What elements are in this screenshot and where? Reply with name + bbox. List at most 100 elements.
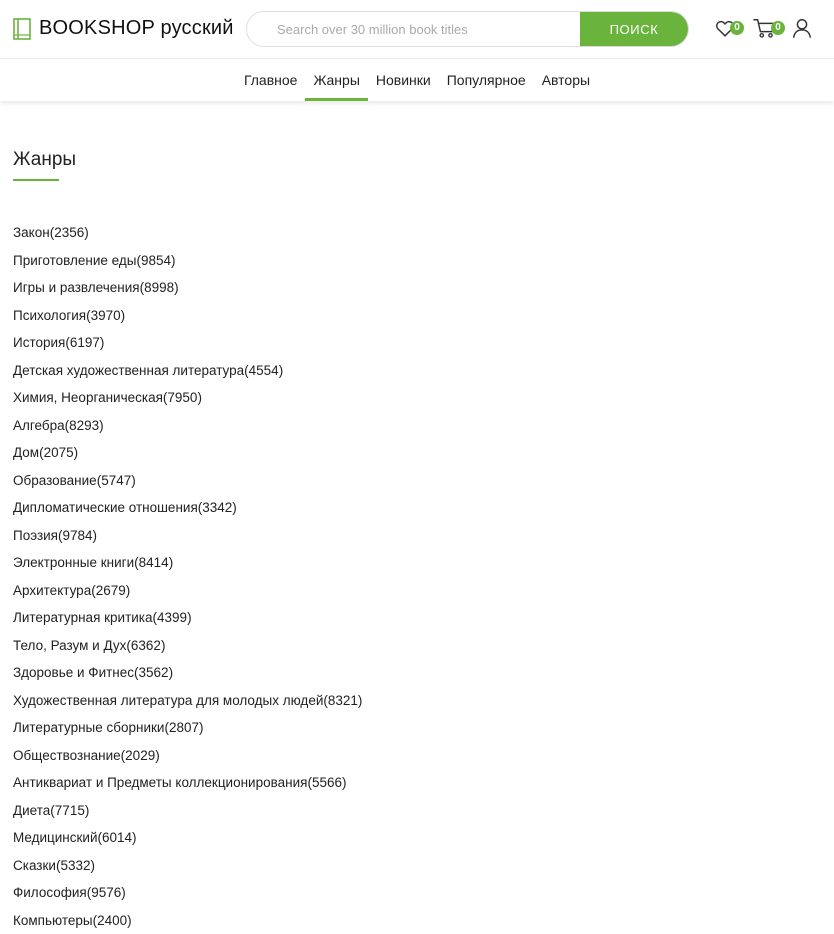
genre-count-close-paren: ): [121, 308, 126, 323]
genre-name: Дипломатические отношения: [13, 500, 198, 515]
genre-count-close-paren: ): [85, 803, 90, 818]
genre-count-close-paren: ): [197, 390, 202, 405]
genre-link[interactable]: Игры и развлечения(8998): [13, 274, 821, 302]
genre-count-close-paren: ): [100, 335, 105, 350]
genre-link[interactable]: Философия(9576): [13, 879, 821, 907]
genre-name: Литературные сборники: [13, 720, 164, 735]
genre-count: 2075: [44, 445, 74, 460]
genre-link[interactable]: Психология(3970): [13, 302, 821, 330]
genre-name: Дом: [13, 445, 39, 460]
genre-link[interactable]: Приготовление еды(9854): [13, 247, 821, 275]
genre-link[interactable]: Сказки(5332): [13, 852, 821, 880]
genre-count-close-paren: ): [126, 583, 131, 598]
genre-count: 5566: [312, 775, 342, 790]
genre-name: Архитектура: [13, 583, 91, 598]
genre-count: 8998: [144, 280, 174, 295]
genre-count: 3562: [139, 665, 169, 680]
genre-count-close-paren: ): [169, 665, 174, 680]
genre-name: Антиквариат и Предметы коллекционировани…: [13, 775, 307, 790]
genre-count: 2679: [96, 583, 126, 598]
genre-name: Алгебра: [13, 418, 65, 433]
genre-link[interactable]: Дипломатические отношения(3342): [13, 494, 821, 522]
genre-count-close-paren: ): [132, 830, 137, 845]
genre-name: Философия: [13, 885, 87, 900]
genre-count: 7950: [167, 390, 197, 405]
genre-name: Закон: [13, 225, 50, 240]
genre-name: Компьютеры: [13, 913, 93, 928]
header-icons: 0 0: [714, 17, 813, 39]
genre-name: Сказки: [13, 858, 56, 873]
genre-count-close-paren: ): [93, 528, 98, 543]
user-icon: [791, 17, 813, 39]
genre-count-close-paren: ): [91, 858, 96, 873]
nav-item[interactable]: Популярное: [439, 59, 534, 101]
genre-count-close-paren: ): [187, 610, 192, 625]
genre-link[interactable]: Диета(7715): [13, 797, 821, 825]
genre-name: Художественная литература для молодых лю…: [13, 693, 323, 708]
search-bar: ПОИСК: [246, 11, 689, 47]
genre-name: История: [13, 335, 65, 350]
genre-link[interactable]: Поэзия(9784): [13, 522, 821, 550]
genre-link[interactable]: Электронные книги(8414): [13, 549, 821, 577]
genre-link[interactable]: Обществознание(2029): [13, 742, 821, 770]
genre-count: 6362: [131, 638, 161, 653]
genre-name: Образование: [13, 473, 97, 488]
genre-count-close-paren: ): [174, 280, 179, 295]
genre-name: Психология: [13, 308, 86, 323]
genre-count-close-paren: ): [199, 720, 204, 735]
cart-button[interactable]: 0: [753, 17, 777, 39]
genre-count: 6014: [102, 830, 132, 845]
genre-name: Приготовление еды: [13, 253, 136, 268]
genre-count: 9854: [141, 253, 171, 268]
search-button[interactable]: ПОИСК: [580, 12, 688, 46]
genre-count: 5332: [60, 858, 90, 873]
genre-link[interactable]: История(6197): [13, 329, 821, 357]
genre-count-close-paren: ): [131, 473, 136, 488]
nav-item[interactable]: Авторы: [534, 59, 598, 101]
genre-link[interactable]: Тело, Разум и Дух(6362): [13, 632, 821, 660]
genre-link[interactable]: Медицинский(6014): [13, 824, 821, 852]
genre-link[interactable]: Закон(2356): [13, 219, 821, 247]
nav-item[interactable]: Новинки: [368, 59, 439, 101]
genre-name: Электронные книги: [13, 555, 134, 570]
nav-item[interactable]: Жанры: [305, 59, 367, 101]
genre-link[interactable]: Здоровье и Фитнес(3562): [13, 659, 821, 687]
genre-count-close-paren: ): [121, 885, 126, 900]
genre-link[interactable]: Литературные сборники(2807): [13, 714, 821, 742]
genre-count-close-paren: ): [358, 693, 363, 708]
genre-name: Медицинский: [13, 830, 98, 845]
page-title: Жанры: [13, 149, 76, 171]
brand-name: BOOKSHOP русский: [39, 17, 234, 40]
genre-link[interactable]: Алгебра(8293): [13, 412, 821, 440]
genre-count: 9784: [63, 528, 93, 543]
genre-link[interactable]: Детская художественная литература(4554): [13, 357, 821, 385]
genre-link[interactable]: Художественная литература для молодых лю…: [13, 687, 821, 715]
genre-count: 3970: [91, 308, 121, 323]
genre-count: 2400: [97, 913, 127, 928]
genre-count: 8293: [69, 418, 99, 433]
genre-count: 8321: [328, 693, 358, 708]
genre-count: 6197: [70, 335, 100, 350]
nav-item[interactable]: Главное: [236, 59, 306, 101]
genre-link[interactable]: Литературная критика(4399): [13, 604, 821, 632]
genre-count-close-paren: ): [155, 748, 160, 763]
genre-count: 4399: [157, 610, 187, 625]
main-content: Жанры Закон(2356)Приготовление еды(9854)…: [0, 101, 834, 934]
genre-count-close-paren: ): [169, 555, 174, 570]
genre-name: Здоровье и Фитнес: [13, 665, 134, 680]
genre-link[interactable]: Антиквариат и Предметы коллекционировани…: [13, 769, 821, 797]
genre-link[interactable]: Дом(2075): [13, 439, 821, 467]
book-icon: [13, 18, 31, 40]
genre-link[interactable]: Архитектура(2679): [13, 577, 821, 605]
genre-link[interactable]: Образование(5747): [13, 467, 821, 495]
account-button[interactable]: [791, 17, 813, 39]
favorites-button[interactable]: 0: [714, 17, 736, 39]
genre-count: 2807: [169, 720, 199, 735]
genre-name: Литературная критика: [13, 610, 153, 625]
genre-link[interactable]: Компьютеры(2400): [13, 907, 821, 934]
genre-count: 3342: [202, 500, 232, 515]
search-input[interactable]: [247, 12, 580, 46]
logo[interactable]: BOOKSHOP русский: [13, 17, 234, 40]
genre-count-close-paren: ): [171, 253, 176, 268]
genre-link[interactable]: Химия, Неорганическая(7950): [13, 384, 821, 412]
